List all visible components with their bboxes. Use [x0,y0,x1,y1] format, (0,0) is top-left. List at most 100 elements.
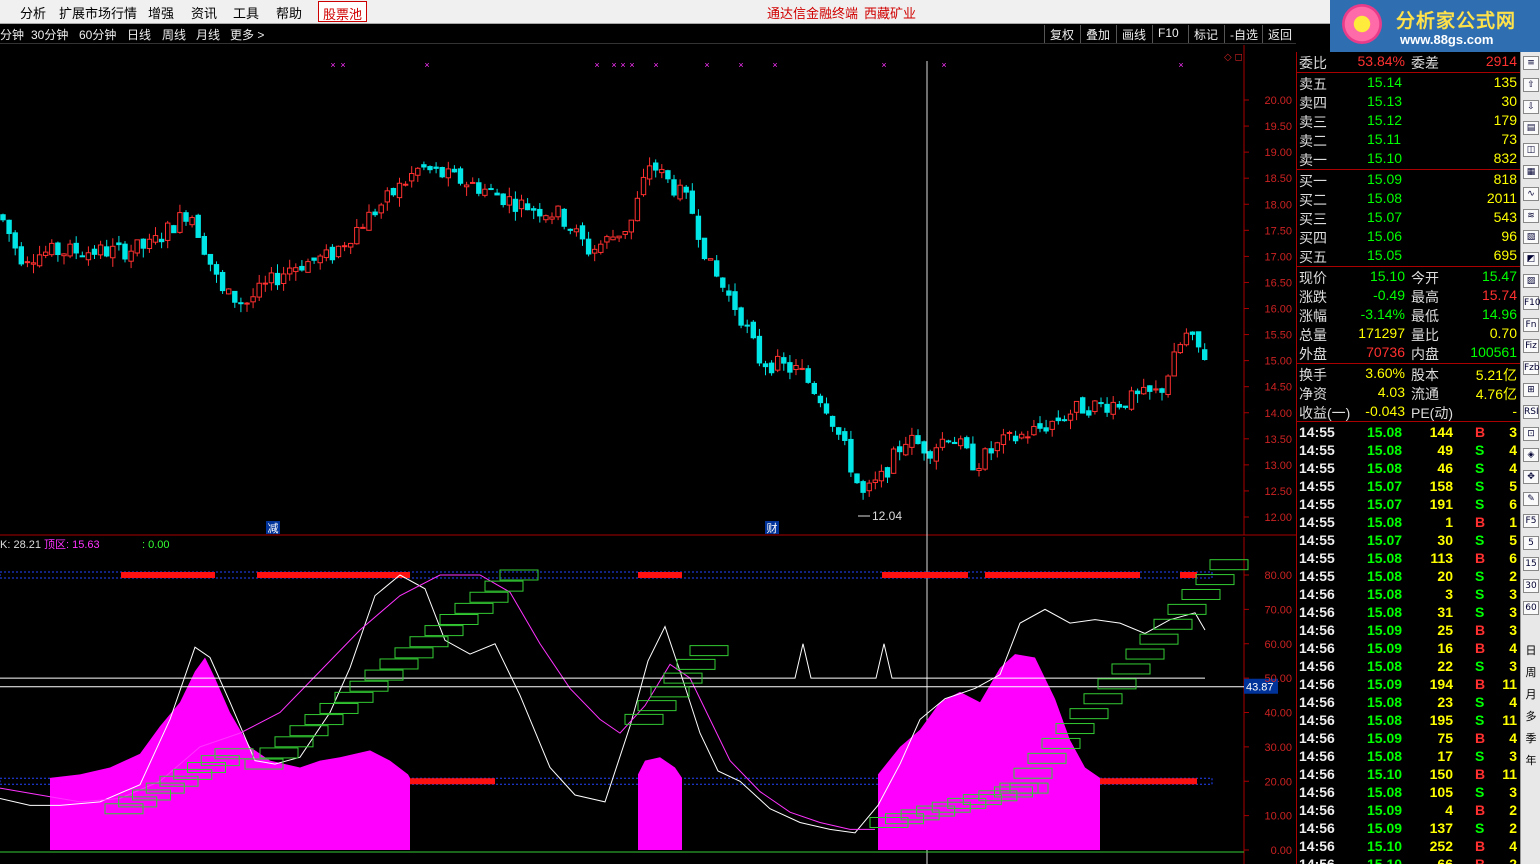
candle-up [341,245,348,248]
side-tool-icon[interactable]: 60 [1523,601,1539,615]
side-period-button[interactable]: 年 [1524,752,1538,768]
side-tool-icon[interactable]: ◩ [1523,252,1539,267]
side-tool-icon[interactable]: ▧ [1523,230,1539,245]
candle-down [768,362,775,374]
side-period-button[interactable]: 月 [1524,686,1538,702]
menu-enhance[interactable]: 增强 [148,3,174,22]
side-tool-icon[interactable]: ⇩ [1523,99,1539,114]
side-tool-icon[interactable]: ✥ [1523,470,1539,485]
side-tool-icon[interactable]: F10 [1523,295,1540,310]
buy-level-row: 买二 15.08 2011 [1297,189,1521,208]
candle-up [866,482,872,492]
kline-chart[interactable]: × × × × × × × × × × × × × × 12.04 减 财 K: 28.21 顶区: 15.63:… [0,45,1296,864]
menu-extended-market[interactable]: 扩展市场行情 [59,3,137,22]
side-tool-icon[interactable]: F5 [1523,513,1539,528]
period-more[interactable]: 更多 > [230,26,264,43]
period-daily[interactable]: 日线 [127,26,151,43]
f10-button[interactable]: F10 [1152,25,1184,43]
side-tool-icon[interactable]: ✎ [1523,492,1539,506]
overlay-button[interactable]: 叠加 [1080,25,1115,43]
price-tick-label: 18.00 [1264,199,1292,211]
candle-down [915,435,921,445]
side-tool-icon[interactable]: ▨ [1523,274,1539,288]
side-tool-icon[interactable]: ≡ [1523,56,1539,70]
tick-count: 6 [1509,550,1517,566]
candle-down [1043,427,1049,432]
candle-down [817,395,824,404]
candle-up [152,235,159,243]
candle-up [354,226,360,245]
side-tool-icon[interactable]: 5 [1523,535,1539,550]
tick-side: B [1475,838,1486,854]
candle-down [671,179,677,196]
buy-level-price: 15.06 [1367,228,1403,244]
chart-area[interactable]: × × × × × × × × × × × × × × 12.04 减 财 K: 28.21 顶区: 15.63:… [0,45,1296,864]
tick-time: 14:56 [1299,838,1335,854]
draw-line-button[interactable]: 画线 [1116,25,1151,43]
tick-side: S [1475,532,1485,548]
side-tool-icon[interactable]: Fn [1523,317,1539,332]
side-tool-icon[interactable]: ▦ [1523,165,1539,179]
side-tool-icon[interactable]: ▤ [1523,121,1539,136]
candle-down [1122,405,1129,408]
period-30min[interactable]: 30分钟 [31,26,68,43]
side-tool-icon[interactable]: Fzb [1523,361,1540,376]
tick-side: B [1475,856,1486,864]
tick-trade-row: 14:56 15.09 75 B 4 [1297,729,1521,748]
side-tool-icon[interactable]: ≋ [1523,208,1539,223]
side-tool-icon[interactable]: ◫ [1523,143,1539,158]
tick-side: S [1475,568,1485,584]
back-button[interactable]: 返回 [1262,25,1297,43]
indicator-tick-label: 80.00 [1264,570,1292,582]
period-60min[interactable]: 60分钟 [79,26,116,43]
menu-analysis[interactable]: 分析 [20,3,46,22]
side-period-button[interactable]: 日 [1524,642,1538,658]
side-tool-icon[interactable]: ⊞ [1523,383,1539,397]
price-axis: 20.00 19.50 19.00 18.50 18.00 17.50 17.00 16.50… [1224,52,1292,857]
tick-time: 14:56 [1299,730,1335,746]
menu-info[interactable]: 资讯 [191,3,217,22]
period-monthly[interactable]: 月线 [196,26,220,43]
stock-pool-button[interactable]: 股票池 [318,1,368,22]
candle-up [134,239,140,254]
adjust-button[interactable]: 复权 [1044,25,1079,43]
candle-down [79,255,85,258]
green-ladder [319,702,359,714]
candle-down [823,403,830,414]
menu-help[interactable]: 帮助 [276,3,302,22]
side-tool-icon[interactable]: ⇧ [1523,77,1539,92]
side-tool-icon[interactable]: Fiz [1523,339,1539,354]
candle-up [305,261,311,273]
remove-watchlist-button[interactable]: -自选 [1224,25,1263,43]
period-weekly[interactable]: 周线 [162,26,186,43]
side-tool-icon[interactable]: ⊡ [1523,426,1539,441]
side-tool-icon[interactable]: ◈ [1523,448,1539,463]
candle-down [73,242,79,254]
side-tool-icon[interactable]: RSI [1523,404,1539,419]
candle-down [1195,331,1202,348]
mark-button[interactable]: 标记 [1188,25,1223,43]
side-period-button[interactable]: 多 [1524,708,1538,724]
tick-count: 2 [1509,856,1517,864]
green-ladder [1125,648,1165,660]
tick-side: S [1475,586,1485,602]
candle-down [927,451,933,459]
menu-tools[interactable]: 工具 [233,3,259,22]
tick-volume: 22 [1437,658,1453,674]
wei-cha-value: 2914 [1485,53,1517,69]
candle-up [445,168,452,179]
side-tool-icon[interactable]: 15 [1523,557,1539,572]
candle-up [67,243,73,257]
tick-volume: 23 [1437,694,1453,710]
side-tool-icon[interactable]: ∿ [1523,186,1539,201]
candle-down [836,427,842,435]
tick-price: 15.08 [1367,460,1403,476]
candle-down [683,186,689,193]
side-tool-icon[interactable]: 30 [1523,579,1539,594]
zone-band-red [985,572,1140,578]
period-minute[interactable]: 分钟 [0,26,24,43]
side-period-button[interactable]: 季 [1524,730,1538,746]
sell-level-label: 卖三 [1299,114,1327,130]
side-period-button[interactable]: 周 [1524,664,1538,680]
tick-trade-row: 14:56 15.10 66 B 2 [1297,855,1521,864]
